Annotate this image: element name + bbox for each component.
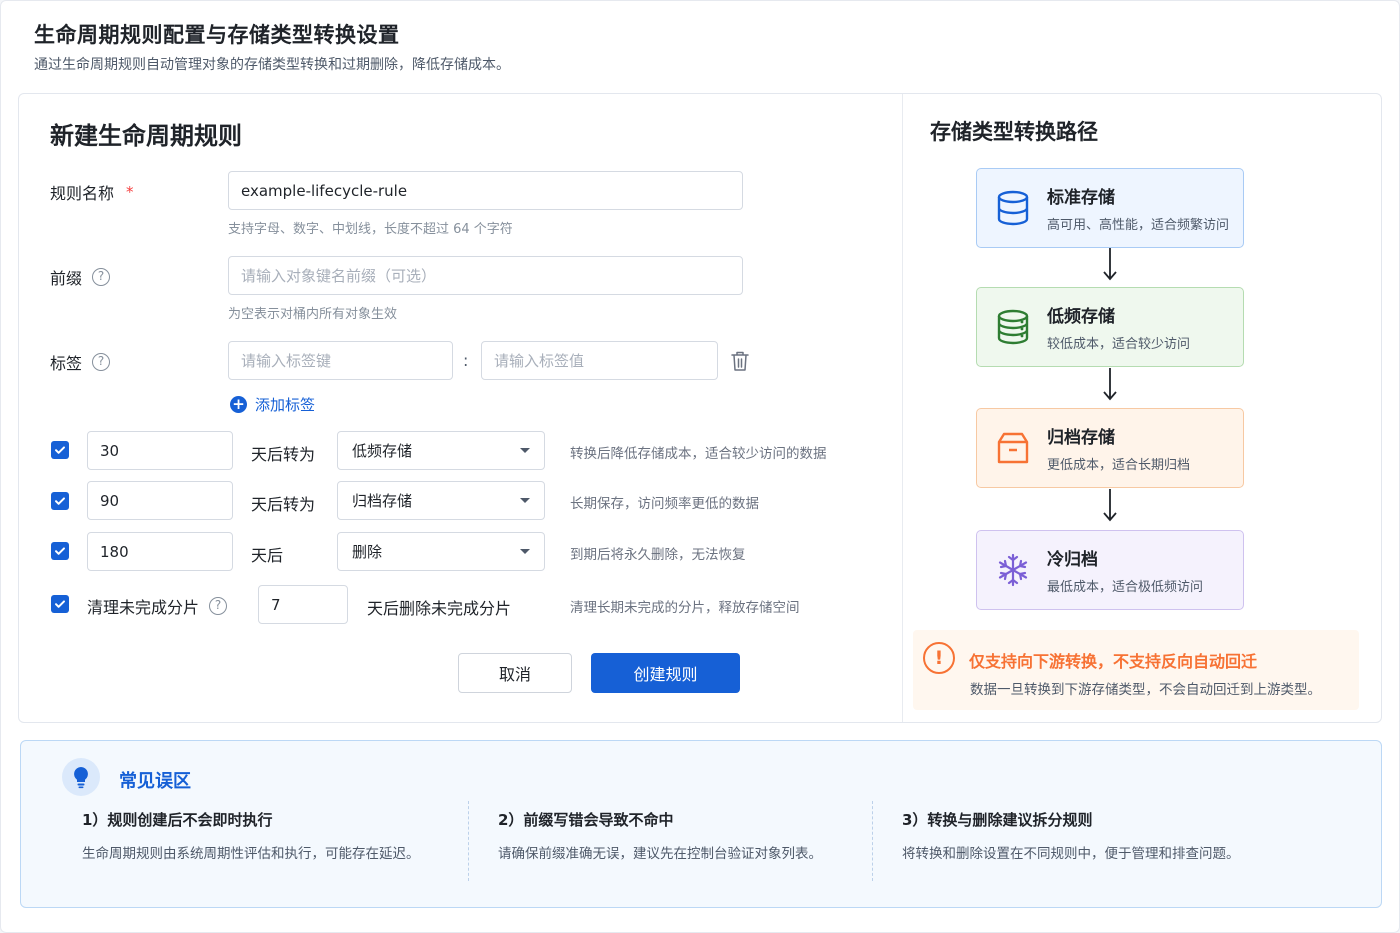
stage-archive: 归档存储 更低成本，适合长期归档 — [976, 408, 1244, 488]
stage-standard: 标准存储 高可用、高性能，适合频繁访问 — [976, 168, 1244, 248]
tip-item-1: 1）规则创建后不会即时执行 生命周期规则由系统周期性评估和执行，可能存在延迟。 — [82, 811, 420, 862]
warning-title: 仅支持向下游转换，不支持反向自动回迁 — [969, 652, 1258, 671]
arrow-down-icon — [1103, 368, 1117, 401]
tip-divider — [468, 801, 469, 881]
stage-infrequent: 低频存储 较低成本，适合较少访问 — [976, 287, 1244, 367]
page: 生命周期规则配置与存储类型转换设置 通过生命周期规则自动管理对象的存储类型转换和… — [0, 0, 1400, 933]
chevron-down-icon — [520, 448, 530, 453]
required-mark: * — [126, 183, 134, 201]
rule-1-desc: 转换后降低存储成本，适合较少访问的数据 — [570, 446, 827, 462]
tags-label: 标签 ? — [50, 350, 111, 374]
rule-1-days-input[interactable] — [87, 431, 233, 470]
warning-text: 数据一旦转换到下游存储类型，不会自动回迁到上游类型。 — [970, 682, 1321, 698]
multipart-action-text: 天后删除未完成分片 — [367, 599, 512, 618]
create-rule-button[interactable]: 创建规则 — [591, 653, 740, 693]
main-card: 新建生命周期规则 规则名称* 支持字母、数字、中划线，长度不超过 64 个字符 … — [18, 93, 1382, 723]
rule-3-desc: 到期后将永久删除，无法恢复 — [570, 547, 746, 563]
prefix-input[interactable] — [228, 256, 743, 295]
rule-name-input[interactable] — [228, 171, 743, 210]
snowflake-icon — [995, 552, 1031, 588]
rule-2-desc: 长期保存，访问频率更低的数据 — [570, 496, 759, 512]
rule-3-target-select[interactable]: 删除 — [337, 532, 545, 571]
multipart-checkbox[interactable] — [51, 595, 69, 613]
arrow-down-icon — [1103, 248, 1117, 281]
cancel-button[interactable]: 取消 — [458, 653, 572, 693]
rule-1-action-text: 天后转为 — [251, 445, 316, 464]
tip-item-3: 3）转换与删除建议拆分规则 将转换和删除设置在不同规则中，便于管理和排查问题。 — [902, 811, 1240, 862]
tips-title: 常见误区 — [119, 771, 191, 792]
rule-2-days-input[interactable] — [87, 481, 233, 520]
tip-item-2: 2）前缀写错会导致不命中 请确保前缀准确无误，建议先在控制台验证对象列表。 — [498, 811, 822, 862]
tag-colon: : — [463, 351, 469, 370]
rule-name-label: 规则名称 * — [50, 183, 134, 203]
rule-name-hint: 支持字母、数字、中划线，长度不超过 64 个字符 — [228, 222, 513, 237]
warning-box: ! 仅支持向下游转换，不支持反向自动回迁 数据一旦转换到下游存储类型，不会自动回… — [913, 630, 1359, 710]
rule-1-checkbox[interactable] — [51, 441, 69, 459]
lightbulb-icon — [62, 758, 100, 796]
rule-3-checkbox[interactable] — [51, 542, 69, 560]
page-subtitle: 通过生命周期规则自动管理对象的存储类型转换和过期删除，降低存储成本。 — [34, 57, 510, 73]
help-icon[interactable]: ? — [92, 268, 111, 286]
panel-divider — [902, 94, 903, 722]
form-title: 新建生命周期规则 — [50, 122, 242, 150]
database-stack-icon — [995, 309, 1031, 345]
chevron-down-icon — [520, 549, 530, 554]
rule-2-checkbox[interactable] — [51, 492, 69, 510]
info-warning-icon: ! — [923, 642, 955, 674]
page-title: 生命周期规则配置与存储类型转换设置 — [34, 23, 400, 47]
help-icon[interactable]: ? — [209, 597, 228, 615]
multipart-label: 清理未完成分片 ? — [87, 594, 228, 618]
rule-1-target-select[interactable]: 低频存储 — [337, 431, 545, 470]
tips-card: 常见误区 1）规则创建后不会即时执行 生命周期规则由系统周期性评估和执行，可能存… — [20, 740, 1382, 908]
rule-3-action-text: 天后 — [251, 546, 284, 565]
archive-box-icon — [995, 430, 1031, 466]
add-tag-button[interactable]: + 添加标签 — [230, 394, 315, 415]
path-title: 存储类型转换路径 — [930, 120, 1098, 144]
arrow-down-icon — [1103, 489, 1117, 522]
tag-key-input[interactable] — [228, 341, 453, 380]
prefix-hint: 为空表示对桶内所有对象生效 — [228, 307, 398, 322]
rule-3-days-input[interactable] — [87, 532, 233, 571]
stage-cold-archive: 冷归档 最低成本，适合极低频访问 — [976, 530, 1244, 610]
tip-divider — [872, 801, 873, 881]
trash-icon[interactable] — [730, 350, 750, 372]
rule-2-action-text: 天后转为 — [251, 495, 316, 514]
plus-circle-icon: + — [230, 396, 247, 413]
chevron-down-icon — [520, 498, 530, 503]
multipart-days-input[interactable] — [258, 585, 348, 624]
help-icon[interactable]: ? — [92, 353, 111, 371]
tag-value-input[interactable] — [481, 341, 718, 380]
rule-2-target-select[interactable]: 归档存储 — [337, 481, 545, 520]
multipart-desc: 清理长期未完成的分片，释放存储空间 — [570, 600, 800, 616]
prefix-label: 前缀 ? — [50, 265, 111, 289]
database-icon — [995, 190, 1031, 226]
